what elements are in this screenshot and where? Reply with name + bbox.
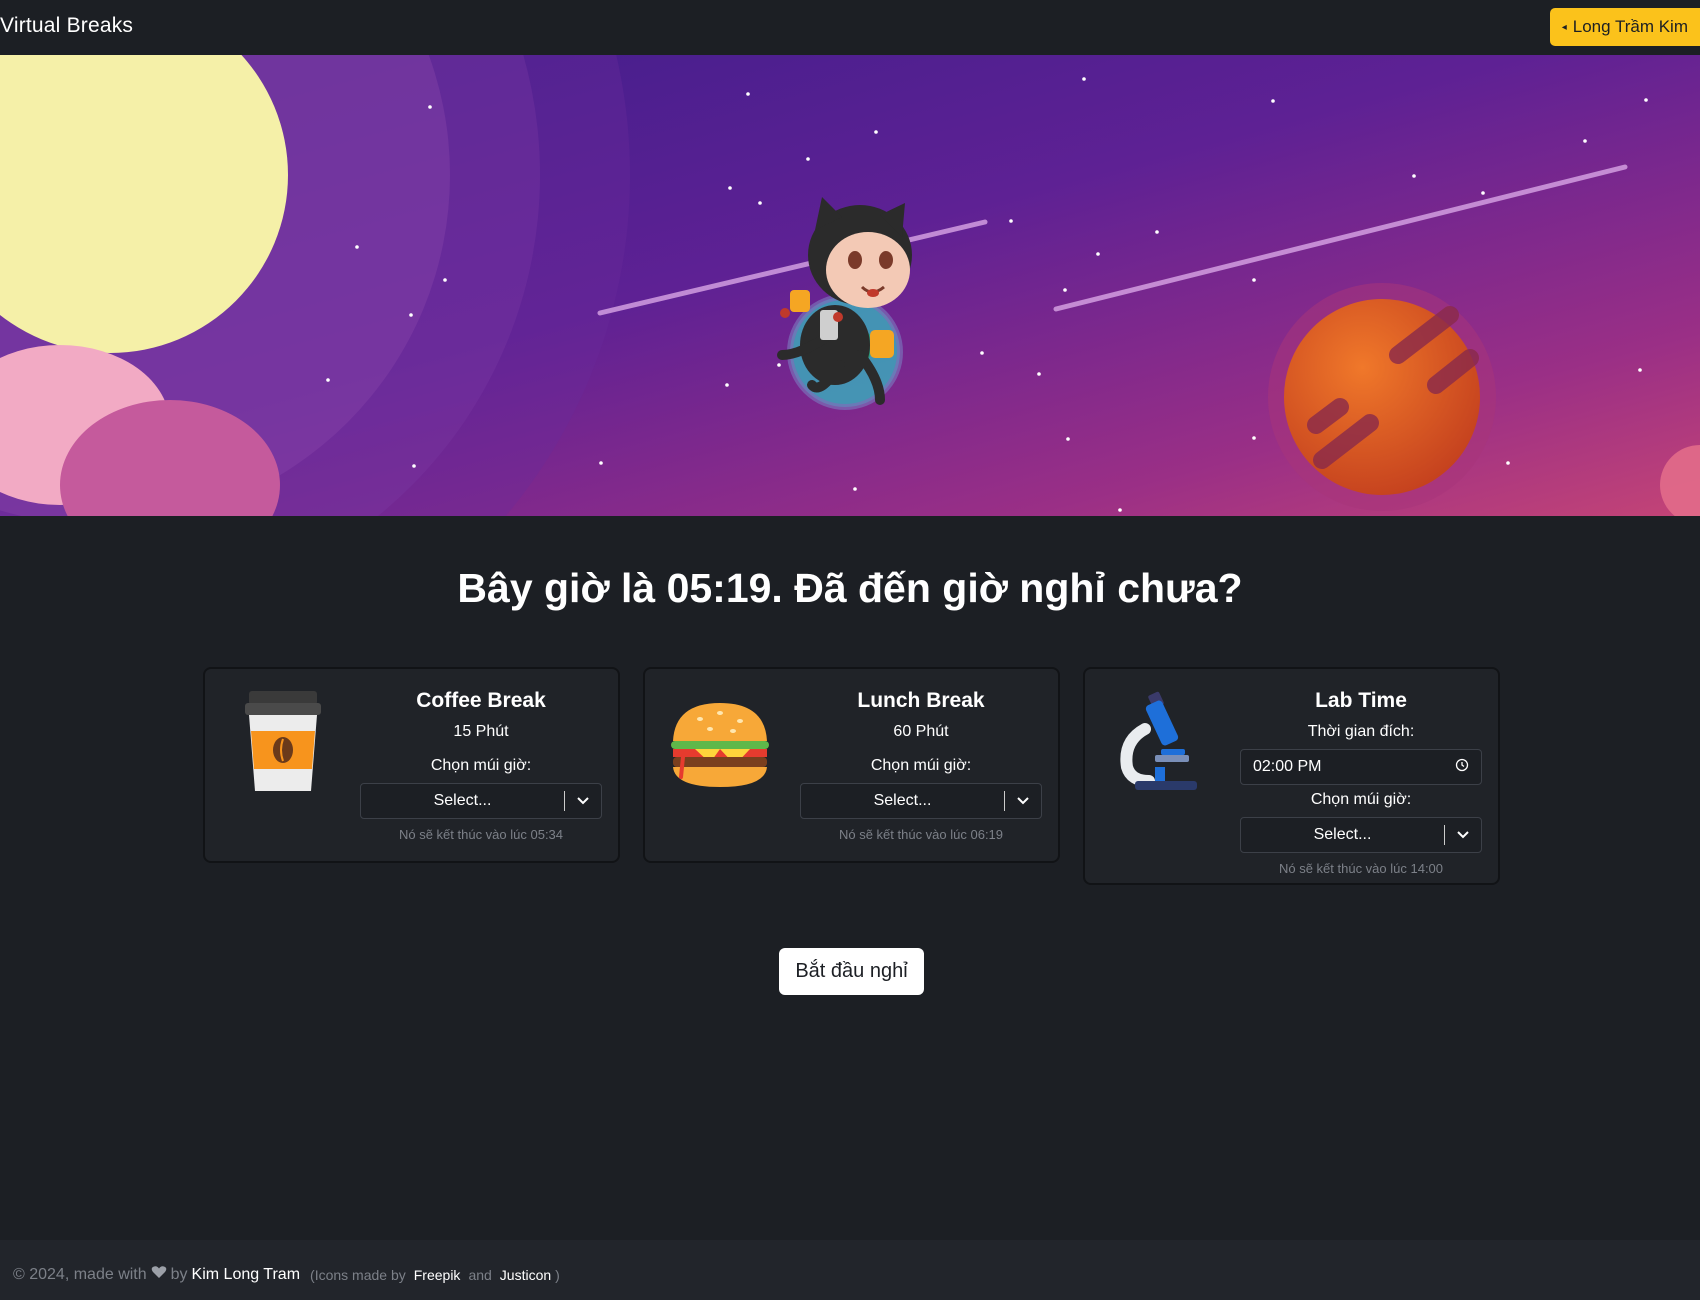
time-value: 02:00 PM [1253,758,1322,775]
end-time-hint: Nó sẽ kết thúc vào lúc 06:19 [838,827,1004,842]
timezone-select[interactable]: Select... [1240,817,1482,853]
and-text: and [468,1266,492,1283]
end-time-hint: Nó sẽ kết thúc vào lúc 05:34 [398,827,564,842]
freepik-link[interactable]: Freepik [414,1267,461,1283]
select-value: Select... [433,792,492,809]
footer: © 2024, made with by Kim Long Tram (Icon… [0,1240,1700,1300]
caret-left-icon: ◂ [1561,21,1567,33]
lunch-break-content: Lunch Break 60 Phút Chọn múi giờ: Select… [800,669,1042,842]
microscope-icon [1105,689,1215,799]
coffee-cup-icon [225,689,335,799]
author-link[interactable]: Kim Long Tram [192,1266,300,1284]
planet-icon [1284,299,1480,495]
lab-time-card[interactable]: Lab Time Thời gian đích: 02:00 PM Chọn m… [1083,667,1500,885]
footer-credits: © 2024, made with by Kim Long Tram (Icon… [13,1265,560,1284]
user-name: Long Trầm Kim [1572,17,1688,36]
user-menu-button[interactable]: ◂ Long Trầm Kim [1549,8,1700,46]
page-headline: Bây giờ là 05:19. Đã đến giờ nghỉ chưa? [457,565,1243,611]
lunch-break-card[interactable]: Lunch Break 60 Phút Chọn múi giờ: Select… [643,667,1060,863]
space-illustration [0,55,1700,516]
navbar: Virtual Breaks ◂ Long Trầm Kim [0,0,1700,55]
chevron-down-icon[interactable] [1005,796,1041,806]
timezone-label: Chọn múi giờ: [430,757,532,774]
card-duration: 60 Phút [893,723,949,740]
timezone-select[interactable]: Select... [800,783,1042,819]
card-title: Lunch Break [857,689,985,712]
icons-credit-prefix: (Icons made by [310,1266,406,1283]
heart-icon [151,1265,167,1284]
justicon-link[interactable]: Justicon [500,1267,551,1283]
hero-banner [0,55,1700,516]
chevron-down-icon[interactable] [1445,830,1481,840]
select-value: Select... [873,792,932,809]
end-time-hint: Nó sẽ kết thúc vào lúc 14:00 [1278,861,1444,876]
burger-icon [665,689,775,799]
icons-credit-suffix: ) [555,1266,560,1283]
coffee-break-content: Coffee Break 15 Phút Chọn múi giờ: Selec… [360,669,602,842]
app-page: Virtual Breaks ◂ Long Trầm Kim Bây giờ l… [0,0,1700,1300]
card-duration: 15 Phút [453,723,509,740]
coffee-break-card[interactable]: Coffee Break 15 Phút Chọn múi giờ: Selec… [203,667,620,863]
copyright-text: © 2024, made with [13,1265,147,1283]
target-time-label: Thời gian đích: [1307,723,1415,740]
select-value: Select... [1313,826,1372,843]
timezone-label: Chọn múi giờ: [870,757,972,774]
start-break-button[interactable]: Bắt đầu nghỉ [779,948,924,995]
card-title: Lab Time [1315,689,1407,712]
timezone-select[interactable]: Select... [360,783,602,819]
timezone-label: Chọn múi giờ: [1310,791,1412,808]
by-text: by [170,1265,188,1283]
target-time-input[interactable]: 02:00 PM [1240,749,1482,785]
card-title: Coffee Break [416,689,546,712]
lab-time-content: Lab Time Thời gian đích: 02:00 PM Chọn m… [1240,669,1482,876]
brand-title[interactable]: Virtual Breaks [0,14,133,38]
chevron-down-icon[interactable] [565,796,601,806]
clock-icon[interactable] [1455,758,1469,777]
